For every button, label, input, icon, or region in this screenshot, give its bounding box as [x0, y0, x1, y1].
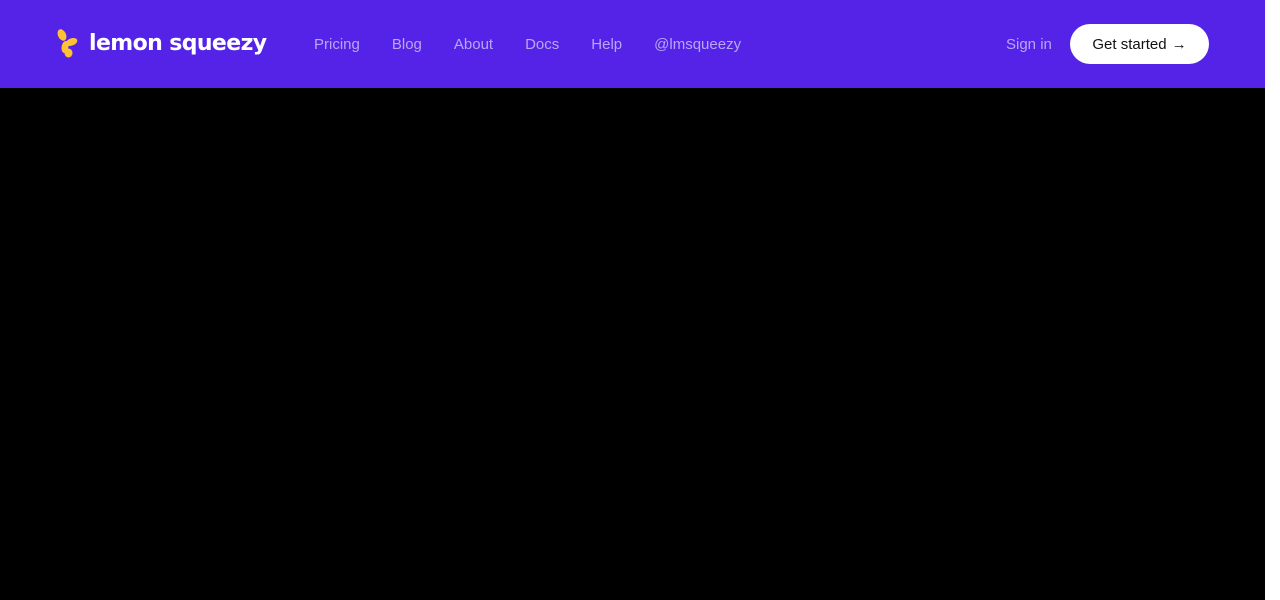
hero-content-area [0, 88, 1265, 600]
sign-in-link[interactable]: Sign in [1006, 0, 1052, 88]
site-header: lemon squeezy Pricing Blog About Docs He… [0, 0, 1265, 88]
get-started-button[interactable]: Get started → [1070, 24, 1209, 64]
arrow-right-icon: → [1171, 35, 1187, 53]
brand-logo-link[interactable]: lemon squeezy [56, 29, 267, 59]
nav-link-docs[interactable]: Docs [525, 36, 559, 53]
page: lemon squeezy Pricing Blog About Docs He… [0, 0, 1280, 600]
get-started-label: Get started [1092, 35, 1167, 53]
brand-name: lemon squeezy [89, 31, 267, 56]
nav-link-about[interactable]: About [454, 36, 493, 53]
nav-link-twitter-handle[interactable]: @lmsqueezy [654, 36, 741, 53]
scrollbar-track[interactable] [1265, 0, 1280, 600]
nav-link-pricing[interactable]: Pricing [314, 36, 360, 53]
main-nav: Pricing Blog About Docs Help @lmsqueezy [314, 0, 741, 88]
lemon-petals-icon [56, 29, 80, 59]
nav-link-help[interactable]: Help [591, 36, 622, 53]
nav-link-blog[interactable]: Blog [392, 36, 422, 53]
